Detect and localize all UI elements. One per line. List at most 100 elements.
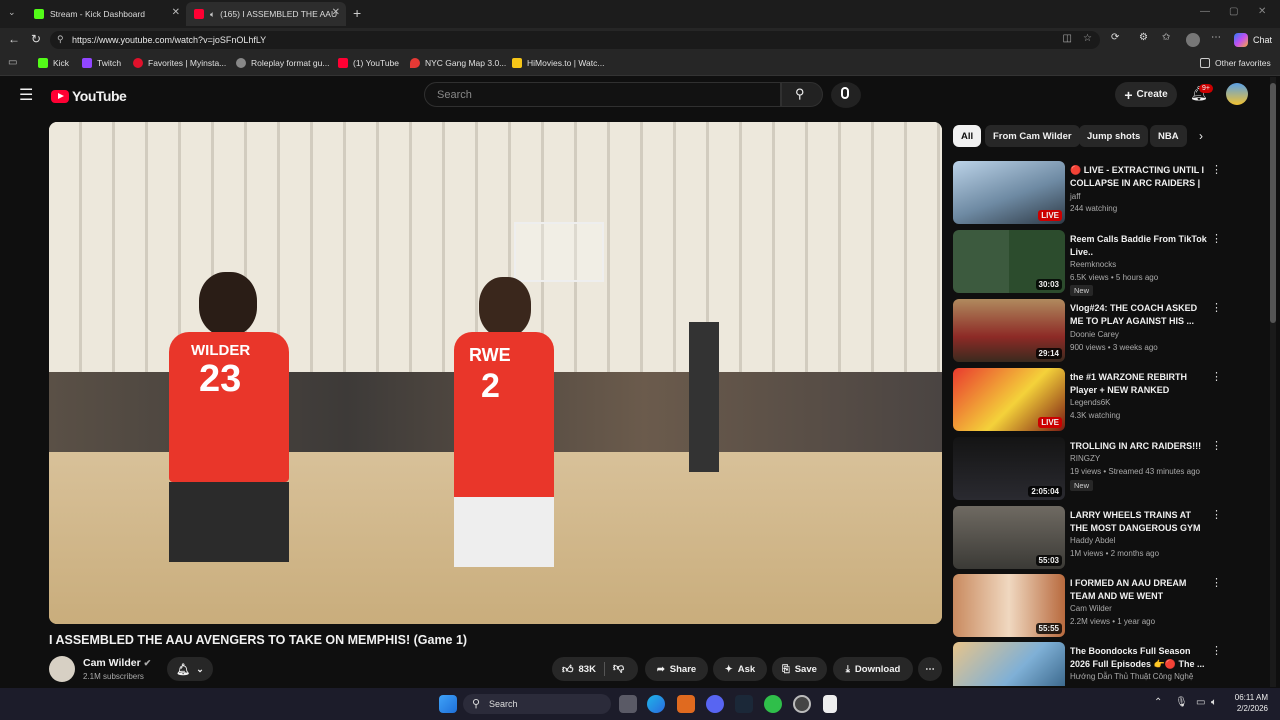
thumbnail[interactable]: 55:55 xyxy=(953,574,1065,637)
channel-name[interactable]: Cam Wilder ✔ xyxy=(83,657,151,669)
voice-search-button[interactable] xyxy=(831,82,861,108)
like-icon[interactable]: 👍︎ xyxy=(562,663,574,676)
new-tab-icon[interactable]: + xyxy=(353,5,361,21)
start-icon[interactable] xyxy=(439,695,457,713)
more-options-icon[interactable]: ⋮ xyxy=(1211,163,1222,176)
recommendation-item[interactable]: LIVE the #1 WARZONE REBIRTH Player + NEW… xyxy=(953,368,1253,432)
url-field[interactable]: ⚲ https://www.youtube.com/watch?v=joSFnO… xyxy=(50,31,1100,49)
recommendation-item[interactable]: LIVE 🔴 LIVE - EXTRACTING UNTIL I COLLAPS… xyxy=(953,161,1253,225)
bookmark-youtube[interactable]: (1) YouTube xyxy=(338,58,399,68)
clock[interactable]: 06:11 AM 2/2/2026 xyxy=(1226,693,1268,713)
chip-nba[interactable]: NBA xyxy=(1150,125,1187,147)
search-button[interactable]: ⚲ xyxy=(781,82,823,107)
thumbnail[interactable]: 29:14 xyxy=(953,299,1065,362)
favorites-icon[interactable]: ✩ xyxy=(1162,32,1170,43)
site-info-icon[interactable]: ⚲ xyxy=(57,34,64,45)
chip-scroll-right-icon[interactable]: › xyxy=(1199,129,1203,143)
more-options-icon[interactable]: ⋮ xyxy=(1211,644,1222,657)
thumbnail[interactable]: 30:03 xyxy=(953,230,1065,293)
recommendation-item[interactable]: 55:55 I FORMED AN AAU DREAM TEAM AND WE … xyxy=(953,574,1253,638)
tray-chevron-icon[interactable]: ⌃ xyxy=(1154,697,1162,708)
thumbnail[interactable] xyxy=(953,642,1065,686)
scrollbar-thumb[interactable] xyxy=(1270,83,1276,323)
scrollbar-track[interactable] xyxy=(1270,77,1276,687)
channel-avatar[interactable] xyxy=(49,656,75,682)
steam-icon[interactable] xyxy=(735,695,753,713)
dislike-icon[interactable]: 👎︎ xyxy=(613,661,624,674)
edge-icon[interactable] xyxy=(647,695,665,713)
extensions-icon[interactable]: ⚙ xyxy=(1139,32,1148,43)
close-tab-icon[interactable]: ✕ xyxy=(172,7,180,18)
youtube-play-icon xyxy=(51,89,69,103)
thumbnail[interactable]: LIVE xyxy=(953,368,1065,431)
chip-from-cam-wilder[interactable]: From Cam Wilder xyxy=(985,125,1080,147)
volume-icon[interactable]: 🔈︎ xyxy=(1211,697,1217,708)
create-button[interactable]: + Create xyxy=(1115,82,1177,107)
recommendation-item[interactable]: 55:03 LARRY WHEELS TRAINS AT THE MOST DA… xyxy=(953,506,1253,570)
bookmark-roleplay[interactable]: Roleplay format gu... xyxy=(236,58,329,68)
account-avatar[interactable] xyxy=(1226,83,1248,105)
copilot-icon[interactable] xyxy=(1234,33,1248,47)
taskbar-search[interactable]: ⚲ Search xyxy=(463,694,611,714)
tab-youtube-video[interactable]: 🔈︎ (165) I ASSEMBLED THE AAU ✕ xyxy=(186,2,346,26)
youtube-logo[interactable]: YouTube xyxy=(51,88,127,104)
bookmark-kick[interactable]: Kick xyxy=(38,58,69,68)
thumbnail[interactable]: 55:03 xyxy=(953,506,1065,569)
video-player[interactable]: WILDER 23 RWE 2 xyxy=(49,122,942,624)
reading-list-icon[interactable]: ▭ xyxy=(8,57,17,68)
save-button[interactable]: ⎘ Save xyxy=(772,657,827,681)
xbox-icon[interactable] xyxy=(764,695,782,713)
bookmark-himovies[interactable]: HiMovies.to | Watc... xyxy=(512,58,604,68)
microphone-tray-icon[interactable]: 🎙︎ xyxy=(1175,697,1188,708)
ask-button[interactable]: ✦ Ask xyxy=(713,657,767,681)
notification-subscribe-button[interactable]: 🔔︎ ⌄ xyxy=(167,657,213,681)
refresh-extension-icon[interactable]: ⟳ xyxy=(1111,32,1119,43)
close-window-icon[interactable]: ✕ xyxy=(1258,6,1266,17)
more-actions-button[interactable]: ⋯ xyxy=(918,657,942,681)
copilot-chat-label[interactable]: Chat xyxy=(1253,35,1272,45)
profile-avatar[interactable] xyxy=(1186,33,1200,47)
more-options-icon[interactable]: ⋮ xyxy=(1211,232,1222,245)
hamburger-menu-icon[interactable]: ☰ xyxy=(19,85,33,105)
chip-jump-shots[interactable]: Jump shots xyxy=(1079,125,1149,147)
reload-icon[interactable]: ↻ xyxy=(31,32,41,46)
more-options-icon[interactable]: ⋮ xyxy=(1211,508,1222,521)
minimize-icon[interactable]: — xyxy=(1200,6,1210,17)
more-options-icon[interactable]: ⋮ xyxy=(1211,439,1222,452)
recommendation-item[interactable]: 29:14 Vlog#24: THE COACH ASKED ME TO PLA… xyxy=(953,299,1253,363)
tab-list-chevron-icon[interactable]: ⌄ xyxy=(8,7,16,18)
speaker-icon[interactable]: 🔈︎ xyxy=(210,9,215,20)
bookmark-myinsta[interactable]: Favorites | Myinsta... xyxy=(133,58,226,68)
recommendation-item[interactable]: 30:03 Reem Calls Baddie From TikTok Live… xyxy=(953,230,1253,296)
bookmark-nyc-gang-map[interactable]: NYC Gang Map 3.0... xyxy=(410,58,506,68)
maximize-icon[interactable]: ▢ xyxy=(1229,6,1238,17)
favorite-star-icon[interactable]: ☆ xyxy=(1083,33,1092,44)
discord-icon[interactable] xyxy=(706,695,724,713)
thumbnail[interactable]: LIVE xyxy=(953,161,1065,224)
recommendation-item[interactable]: 2:05:04 TROLLING IN ARC RAIDERS!!! RINGZ… xyxy=(953,437,1253,501)
chip-all[interactable]: All xyxy=(953,125,982,147)
more-options-icon[interactable]: ⋮ xyxy=(1211,301,1222,314)
recommendation-item[interactable]: The Boondocks Full Season 2026 Full Epis… xyxy=(953,642,1253,686)
notepad-icon[interactable] xyxy=(823,695,837,713)
share-button[interactable]: ➦ Share xyxy=(645,657,708,681)
other-favorites[interactable]: Other favorites xyxy=(1200,58,1271,68)
task-view-icon[interactable] xyxy=(619,695,637,713)
thumbnail[interactable]: 2:05:04 xyxy=(953,437,1065,500)
tab-kick-dashboard[interactable]: Stream - Kick Dashboard ✕ xyxy=(26,2,186,26)
download-button[interactable]: ⤓ Download xyxy=(833,657,913,681)
search-input[interactable]: Search xyxy=(424,82,781,107)
obs-icon[interactable] xyxy=(793,695,811,713)
jersey-brand: RWE xyxy=(469,345,511,365)
close-tab-icon[interactable]: ✕ xyxy=(332,7,340,18)
network-icon[interactable]: ▭ xyxy=(1196,697,1205,708)
app-icon[interactable] xyxy=(677,695,695,713)
more-options-icon[interactable]: ⋮ xyxy=(1211,370,1222,383)
split-screen-icon[interactable]: ◫ xyxy=(1063,33,1072,44)
like-count[interactable]: 83K xyxy=(579,664,596,675)
more-options-icon[interactable]: ⋮ xyxy=(1211,576,1222,589)
back-icon[interactable]: ← xyxy=(8,32,20,46)
share-icon: ➦ xyxy=(656,663,665,675)
more-menu-icon[interactable]: ⋯ xyxy=(1211,32,1221,43)
bookmark-twitch[interactable]: Twitch xyxy=(82,58,121,68)
